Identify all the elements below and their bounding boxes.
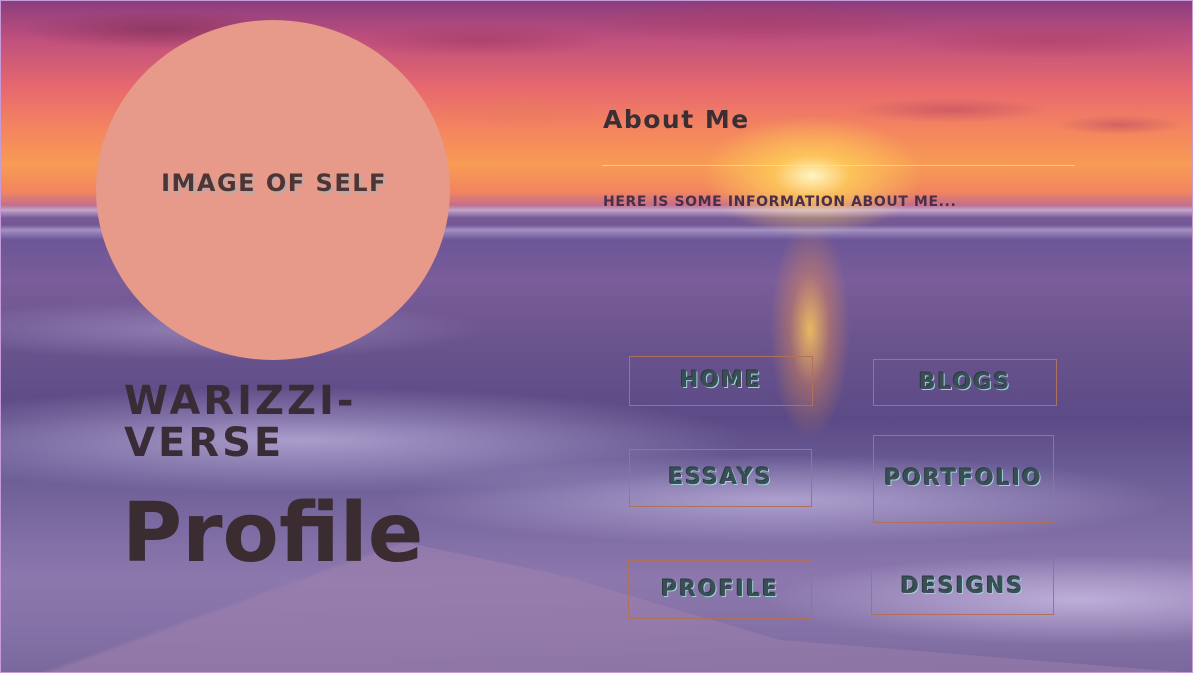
nav-essays-button[interactable]: ESSAYS bbox=[629, 449, 812, 507]
nav-designs-button[interactable]: DESIGNS bbox=[871, 559, 1054, 615]
nav-blogs-button[interactable]: BLOGS bbox=[873, 359, 1057, 406]
about-divider bbox=[602, 165, 1075, 166]
about-text: HERE IS SOME INFORMATION ABOUT ME... bbox=[603, 194, 957, 210]
site-name: WARIZZI-VERSE bbox=[124, 378, 357, 466]
nav-home-button[interactable]: HOME bbox=[629, 356, 813, 406]
nav-profile-button[interactable]: PROFILE bbox=[628, 560, 812, 619]
nav-portfolio-button[interactable]: PORTFOLIO bbox=[873, 435, 1054, 523]
profile-page: IMAGE OF SELF About Me HERE IS SOME INFO… bbox=[0, 0, 1193, 673]
page-heading: Profile bbox=[122, 486, 424, 581]
about-title: About Me bbox=[603, 105, 750, 134]
profile-image-placeholder: IMAGE OF SELF bbox=[96, 20, 450, 360]
profile-image-label: IMAGE OF SELF bbox=[161, 169, 387, 197]
